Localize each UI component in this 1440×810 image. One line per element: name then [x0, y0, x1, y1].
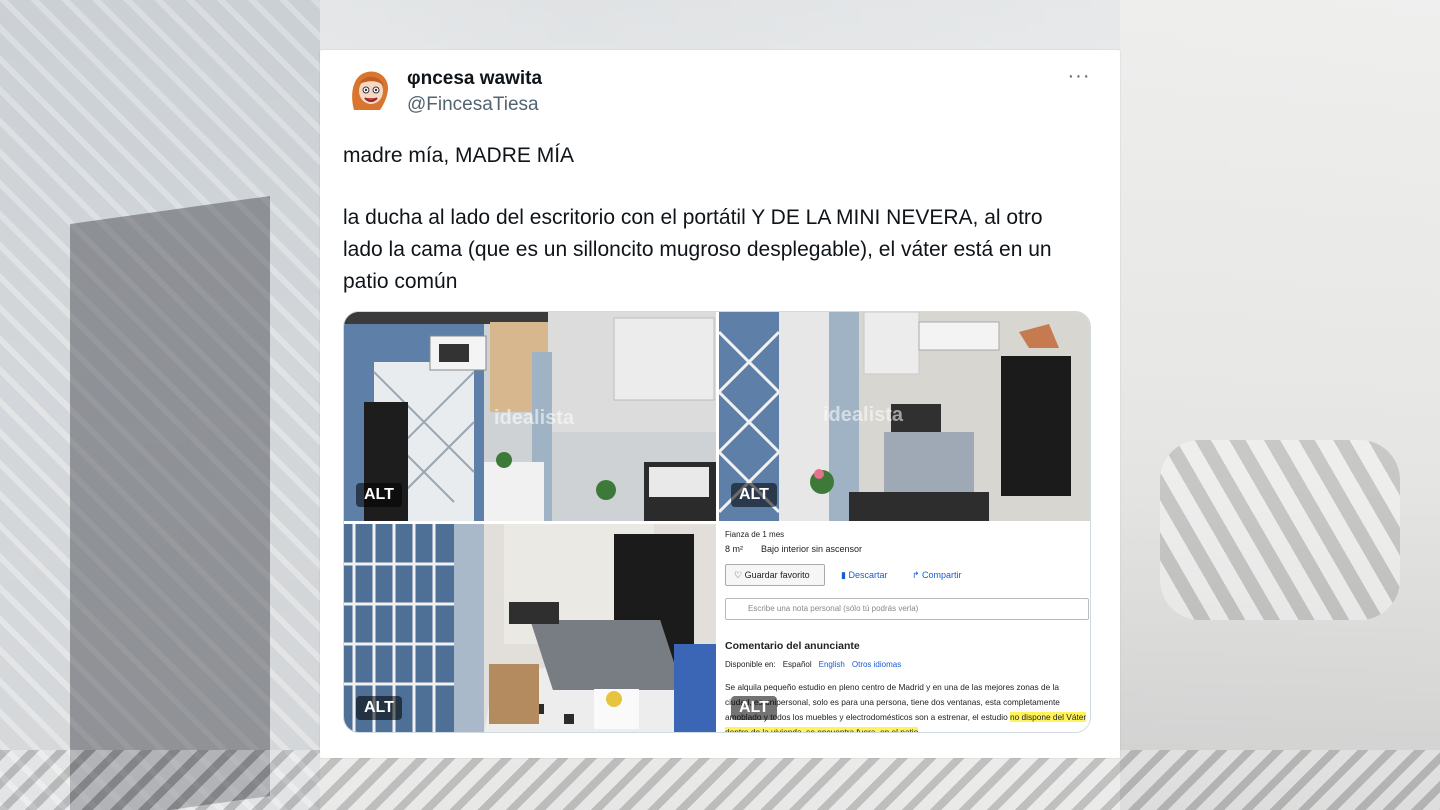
lang-english[interactable]: English — [819, 660, 845, 669]
language-selector: Disponible en: Español English Otros idioma… — [725, 660, 908, 669]
save-favorite-button[interactable]: ♡ Guardar favorito — [725, 564, 825, 586]
alt-badge[interactable]: ALT — [356, 483, 402, 507]
photo-2[interactable]: idealista ALT — [719, 312, 1090, 521]
background-right-panel — [1120, 0, 1440, 810]
listing-description: Se alquila pequeño estudio en pleno cent… — [725, 680, 1087, 732]
user-handle[interactable]: @FincesaTiesa — [407, 94, 539, 116]
alt-badge[interactable]: ALT — [731, 696, 777, 720]
alt-badge[interactable]: ALT — [356, 696, 402, 720]
share-label: Compartir — [922, 570, 962, 580]
tweet-text-line-2: la ducha al lado del escritorio con el p… — [343, 206, 1052, 293]
media-grid: idealista ALT idealista ALT ALT Fianza d… — [343, 311, 1091, 733]
background-cushion — [1160, 440, 1400, 620]
avatar[interactable] — [344, 66, 394, 116]
more-options-icon[interactable]: ··· — [1064, 66, 1094, 90]
discard-label: Descartar — [848, 570, 888, 580]
photo-1[interactable]: idealista ALT — [344, 312, 716, 521]
available-in-label: Disponible en: — [725, 660, 776, 669]
listing-floor: Bajo interior sin ascensor — [761, 544, 863, 554]
alt-badge[interactable]: ALT — [731, 483, 777, 507]
personal-note-field[interactable]: Escribe una nota personal (sólo tú podrá… — [725, 598, 1089, 620]
discard-link[interactable]: ▮ Descartar — [841, 570, 887, 581]
share-arrow-icon: ↱ — [912, 570, 923, 580]
photo-3[interactable]: ALT — [344, 524, 716, 732]
background-tiles — [0, 750, 1440, 810]
share-link[interactable]: ↱ Compartir — [912, 570, 962, 581]
background-dark-object — [70, 195, 270, 810]
lang-spanish[interactable]: Español — [783, 660, 812, 669]
display-name[interactable]: φncesa wawita — [407, 68, 542, 90]
avatar-illustration — [352, 71, 388, 110]
watermark: idealista — [823, 404, 904, 426]
watermark: idealista — [494, 407, 575, 429]
tweet-text-line-1: madre mía, MADRE MÍA — [343, 144, 575, 167]
listing-size: 8 m² — [725, 544, 743, 554]
listing-deposit: Fianza de 1 mes — [725, 530, 785, 539]
tweet-card: φncesa wawita @FincesaTiesa ··· madre mí… — [320, 50, 1120, 758]
lang-other[interactable]: Otros idiomas — [852, 660, 901, 669]
comment-title: Comentario del anunciante — [725, 640, 860, 652]
photo-4-listing-screenshot[interactable]: Fianza de 1 mes 8 m² Bajo interior sin a… — [719, 524, 1090, 732]
tweet-text: madre mía, MADRE MÍA la ducha al lado de… — [343, 140, 1083, 298]
